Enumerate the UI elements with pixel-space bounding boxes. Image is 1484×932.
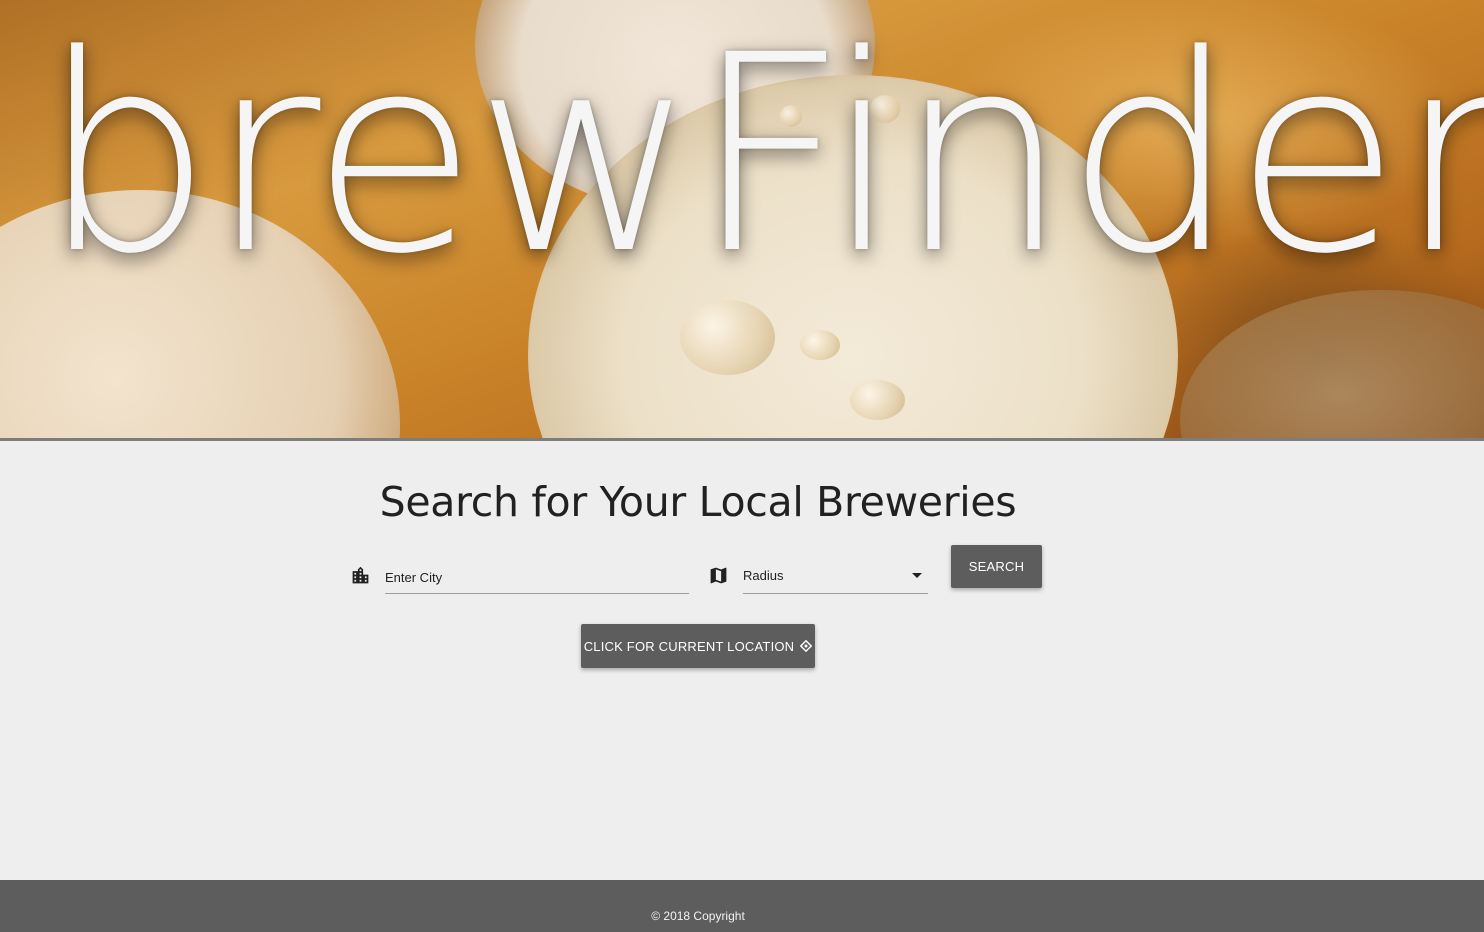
radius-selected-value: Radius <box>743 568 784 583</box>
copyright-text: © 2018 Copyright <box>651 909 745 923</box>
gps-location-icon <box>800 640 813 652</box>
radius-select[interactable]: Radius <box>743 561 928 594</box>
caret-down-icon <box>912 573 922 578</box>
city-field[interactable] <box>385 562 689 594</box>
footer: © 2018 Copyright <box>0 880 1484 932</box>
page-title: Search for Your Local Breweries <box>379 478 1017 526</box>
city-input[interactable] <box>385 562 689 592</box>
city-buildings-icon <box>350 565 371 586</box>
foam-bubble <box>850 380 905 420</box>
current-location-button[interactable]: CLICK FOR CURRENT LOCATION <box>581 624 815 668</box>
brand-logo-title: brewFinder <box>40 0 1484 314</box>
hero-banner: brewFinder <box>0 0 1484 441</box>
current-location-label: CLICK FOR CURRENT LOCATION <box>583 638 795 654</box>
map-icon <box>708 565 729 586</box>
foam-bubble <box>800 330 840 360</box>
search-button[interactable]: SEARCH <box>951 545 1042 588</box>
